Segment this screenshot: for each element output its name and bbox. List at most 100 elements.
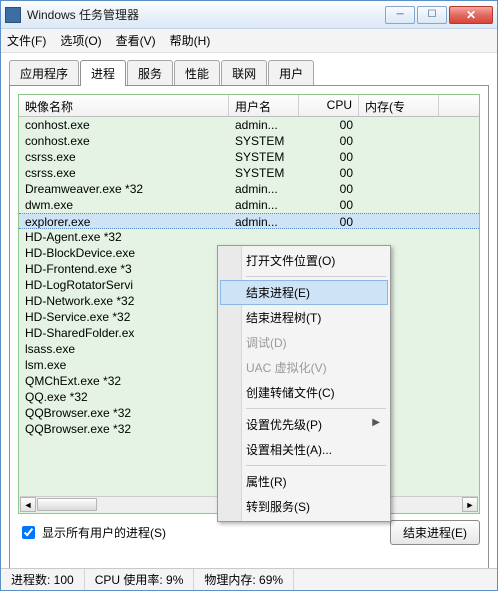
col-memory[interactable]: 内存(专 bbox=[359, 95, 439, 116]
cell-memory bbox=[359, 165, 439, 181]
cell-image-name: lsm.exe bbox=[19, 357, 229, 373]
cell-user: admin... bbox=[229, 197, 299, 213]
status-cpu: CPU 使用率: 9% bbox=[85, 569, 195, 590]
ctx-separator bbox=[246, 408, 386, 409]
tab-strip: 应用程序 进程 服务 性能 联网 用户 bbox=[1, 53, 497, 85]
ctx-set-priority-label: 设置优先级(P) bbox=[246, 418, 322, 432]
cell-image-name: lsass.exe bbox=[19, 341, 229, 357]
tab-networking[interactable]: 联网 bbox=[221, 60, 267, 86]
ctx-open-file-location[interactable]: 打开文件位置(O) bbox=[220, 248, 388, 273]
cell-image-name: csrss.exe bbox=[19, 165, 229, 181]
cell-image-name: conhost.exe bbox=[19, 133, 229, 149]
tab-performance[interactable]: 性能 bbox=[174, 60, 220, 86]
cell-image-name: csrss.exe bbox=[19, 149, 229, 165]
table-row[interactable]: csrss.exeSYSTEM00 bbox=[19, 149, 479, 165]
panel-bottom: 显示所有用户的进程(S) 结束进程(E) bbox=[18, 520, 480, 545]
col-user[interactable]: 用户名 bbox=[229, 95, 299, 116]
cell-image-name: HD-Network.exe *32 bbox=[19, 293, 229, 309]
tab-processes[interactable]: 进程 bbox=[80, 60, 126, 86]
table-row[interactable]: explorer.exeadmin...00 bbox=[19, 213, 479, 229]
cell-cpu: 00 bbox=[299, 214, 359, 228]
cell-image-name: QQBrowser.exe *32 bbox=[19, 405, 229, 421]
ctx-end-process-tree[interactable]: 结束进程树(T) bbox=[220, 305, 388, 330]
table-row[interactable]: conhost.exeadmin...00 bbox=[19, 117, 479, 133]
cell-user: admin... bbox=[229, 214, 299, 228]
scroll-thumb[interactable] bbox=[37, 498, 97, 511]
cell-user: admin... bbox=[229, 181, 299, 197]
ctx-end-process[interactable]: 结束进程(E) bbox=[220, 280, 388, 305]
status-processes: 进程数: 100 bbox=[1, 569, 85, 590]
cell-image-name: HD-SharedFolder.ex bbox=[19, 325, 229, 341]
show-all-users-input[interactable] bbox=[22, 526, 35, 539]
status-bar: 进程数: 100 CPU 使用率: 9% 物理内存: 69% bbox=[1, 568, 497, 590]
cell-memory bbox=[359, 197, 439, 213]
tab-users[interactable]: 用户 bbox=[268, 60, 314, 86]
ctx-go-to-service[interactable]: 转到服务(S) bbox=[220, 494, 388, 519]
show-all-users-label: 显示所有用户的进程(S) bbox=[42, 524, 166, 541]
ctx-separator bbox=[246, 276, 386, 277]
cell-memory bbox=[359, 133, 439, 149]
table-row[interactable]: HD-Agent.exe *32 bbox=[19, 229, 479, 245]
cell-memory bbox=[359, 117, 439, 133]
titlebar[interactable]: Windows 任务管理器 ─ ☐ ✕ bbox=[1, 1, 497, 29]
chevron-right-icon: ▶ bbox=[372, 417, 380, 428]
task-manager-window: Windows 任务管理器 ─ ☐ ✕ 文件(F) 选项(O) 查看(V) 帮助… bbox=[0, 0, 498, 591]
end-process-button[interactable]: 结束进程(E) bbox=[390, 520, 480, 545]
cell-memory bbox=[359, 181, 439, 197]
table-row[interactable]: Dreamweaver.exe *32admin...00 bbox=[19, 181, 479, 197]
cell-user: SYSTEM bbox=[229, 165, 299, 181]
cell-image-name: QMChExt.exe *32 bbox=[19, 373, 229, 389]
app-icon bbox=[5, 7, 21, 23]
cell-image-name: QQBrowser.exe *32 bbox=[19, 421, 229, 437]
cell-cpu: 00 bbox=[299, 117, 359, 133]
cell-memory bbox=[359, 214, 439, 228]
cell-image-name: Dreamweaver.exe *32 bbox=[19, 181, 229, 197]
cell-image-name: HD-LogRotatorServi bbox=[19, 277, 229, 293]
table-row[interactable]: conhost.exeSYSTEM00 bbox=[19, 133, 479, 149]
scroll-right-button[interactable]: ► bbox=[462, 497, 478, 512]
table-header: 映像名称 用户名 CPU 内存(专 bbox=[19, 95, 479, 117]
scroll-left-button[interactable]: ◄ bbox=[20, 497, 36, 512]
cell-cpu: 00 bbox=[299, 181, 359, 197]
table-row[interactable]: csrss.exeSYSTEM00 bbox=[19, 165, 479, 181]
menu-options[interactable]: 选项(O) bbox=[60, 32, 101, 49]
menu-file[interactable]: 文件(F) bbox=[7, 32, 46, 49]
cell-cpu: 00 bbox=[299, 165, 359, 181]
close-button[interactable]: ✕ bbox=[449, 6, 493, 24]
cell-memory bbox=[359, 149, 439, 165]
ctx-create-dump[interactable]: 创建转储文件(C) bbox=[220, 380, 388, 405]
status-memory: 物理内存: 69% bbox=[194, 569, 294, 590]
cell-memory bbox=[359, 229, 439, 245]
tab-applications[interactable]: 应用程序 bbox=[9, 60, 79, 86]
cell-cpu: 00 bbox=[299, 197, 359, 213]
cell-image-name: explorer.exe bbox=[19, 214, 229, 228]
ctx-set-affinity[interactable]: 设置相关性(A)... bbox=[220, 437, 388, 462]
cell-cpu: 00 bbox=[299, 149, 359, 165]
maximize-button[interactable]: ☐ bbox=[417, 6, 447, 24]
menu-help[interactable]: 帮助(H) bbox=[170, 32, 211, 49]
cell-image-name: HD-BlockDevice.exe bbox=[19, 245, 229, 261]
col-cpu[interactable]: CPU bbox=[299, 95, 359, 116]
window-title: Windows 任务管理器 bbox=[27, 6, 385, 23]
table-row[interactable]: dwm.exeadmin...00 bbox=[19, 197, 479, 213]
ctx-properties[interactable]: 属性(R) bbox=[220, 469, 388, 494]
col-image-name[interactable]: 映像名称 bbox=[19, 95, 229, 116]
cell-cpu bbox=[299, 229, 359, 245]
cell-user bbox=[229, 229, 299, 245]
ctx-uac-virtualization: UAC 虚拟化(V) bbox=[220, 355, 388, 380]
cell-image-name: dwm.exe bbox=[19, 197, 229, 213]
cell-user: SYSTEM bbox=[229, 133, 299, 149]
ctx-set-priority[interactable]: 设置优先级(P) ▶ bbox=[220, 412, 388, 437]
show-all-users-checkbox[interactable]: 显示所有用户的进程(S) bbox=[18, 523, 166, 542]
menu-view[interactable]: 查看(V) bbox=[116, 32, 156, 49]
cell-image-name: HD-Agent.exe *32 bbox=[19, 229, 229, 245]
cell-image-name: conhost.exe bbox=[19, 117, 229, 133]
context-menu: 打开文件位置(O) 结束进程(E) 结束进程树(T) 调试(D) UAC 虚拟化… bbox=[217, 245, 391, 522]
menu-bar: 文件(F) 选项(O) 查看(V) 帮助(H) bbox=[1, 29, 497, 53]
tab-services[interactable]: 服务 bbox=[127, 60, 173, 86]
cell-image-name: HD-Frontend.exe *3 bbox=[19, 261, 229, 277]
cell-image-name: HD-Service.exe *32 bbox=[19, 309, 229, 325]
cell-cpu: 00 bbox=[299, 133, 359, 149]
cell-user: SYSTEM bbox=[229, 149, 299, 165]
minimize-button[interactable]: ─ bbox=[385, 6, 415, 24]
